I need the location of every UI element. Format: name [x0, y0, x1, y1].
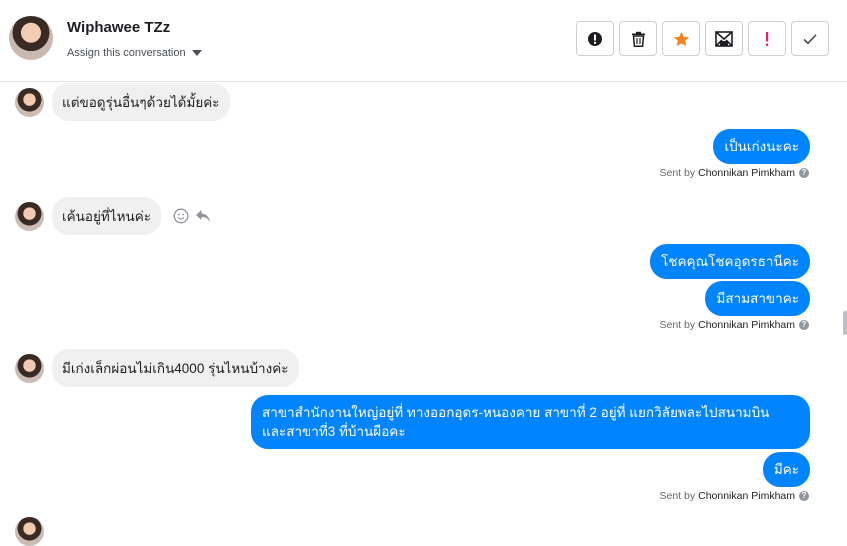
- message-row-incoming: [15, 517, 52, 546]
- sent-by-prefix: Sent by: [659, 167, 696, 179]
- mark-done-button[interactable]: [791, 21, 829, 56]
- mark-unread-button[interactable]: [705, 21, 743, 56]
- outgoing-message-bubble[interactable]: มีคะ: [762, 452, 810, 487]
- avatar[interactable]: [15, 87, 44, 117]
- help-icon[interactable]: ?: [799, 168, 809, 178]
- reply-icon[interactable]: [195, 209, 211, 224]
- star-button[interactable]: [662, 21, 700, 56]
- sent-by-label: Sent by Chonnikan Pimkham?: [659, 490, 809, 502]
- message-hover-tools: [173, 208, 211, 224]
- header-actions: [576, 21, 829, 56]
- assign-label: Assign this conversation: [67, 47, 186, 59]
- outgoing-message-bubble[interactable]: สาขาสำนักงานใหญ่อยู่ที่ ทางออกอุดร-หนองค…: [251, 395, 810, 449]
- scrollbar-thumb[interactable]: [843, 311, 847, 335]
- message-row-incoming: แต่ขอดูรุ่นอื่นๆด้วยได้มั้ยค่ะ: [15, 83, 230, 121]
- delete-button[interactable]: [619, 21, 657, 56]
- avatar[interactable]: [9, 16, 53, 60]
- help-icon[interactable]: ?: [799, 491, 809, 501]
- incoming-message-bubble[interactable]: แต่ขอดูรุ่นอื่นๆด้วยได้มั้ยค่ะ: [52, 83, 230, 121]
- message-list: แต่ขอดูรุ่นอื่นๆด้วยได้มั้ยค่ะ เป็นเก่งน…: [0, 83, 842, 546]
- sent-by-label: Sent by Chonnikan Pimkham?: [659, 167, 809, 179]
- message-line: และสาขาที่3 ที่บ้านผือคะ: [262, 424, 406, 439]
- avatar[interactable]: [15, 353, 44, 383]
- follow-up-button[interactable]: [748, 21, 786, 56]
- mail-icon: [715, 30, 733, 47]
- assign-conversation-dropdown[interactable]: Assign this conversation: [67, 47, 202, 59]
- conversation-header: Wiphawee TZz Assign this conversation: [0, 0, 847, 82]
- trash-icon: [631, 31, 645, 47]
- message-row-incoming: เค้นอยู่ที่ไหนค่ะ: [15, 197, 211, 235]
- sent-by-prefix: Sent by: [659, 490, 696, 502]
- contact-name[interactable]: Wiphawee TZz: [67, 19, 170, 36]
- alert-circle-icon: [588, 31, 602, 46]
- outgoing-message-bubble[interactable]: มีสามสาขาคะ: [705, 281, 810, 316]
- star-icon: [673, 31, 689, 46]
- avatar[interactable]: [15, 517, 44, 546]
- avatar[interactable]: [15, 201, 44, 231]
- scrollbar[interactable]: [842, 83, 847, 524]
- message-line: สาขาสำนักงานใหญ่อยู่ที่ ทางออกอุดร-หนองค…: [262, 405, 770, 420]
- check-icon: [803, 33, 817, 44]
- outgoing-message-bubble[interactable]: เป็นเก่งนะคะ: [713, 129, 810, 164]
- incoming-message-bubble[interactable]: เค้นอยู่ที่ไหนค่ะ: [52, 197, 161, 235]
- sent-by-prefix: Sent by: [659, 319, 696, 331]
- help-icon[interactable]: ?: [799, 320, 809, 330]
- exclamation-icon: [766, 31, 769, 46]
- mark-spam-button[interactable]: [576, 21, 614, 56]
- outgoing-message-bubble[interactable]: โชคคุณโชคอุดรธานีคะ: [650, 244, 810, 279]
- chevron-down-icon: [191, 50, 202, 57]
- sent-by-label: Sent by Chonnikan Pimkham?: [659, 319, 809, 331]
- agent-name[interactable]: Chonnikan Pimkham: [698, 319, 795, 331]
- emoji-reaction-icon[interactable]: [173, 208, 189, 224]
- agent-name[interactable]: Chonnikan Pimkham: [698, 167, 795, 179]
- agent-name[interactable]: Chonnikan Pimkham: [698, 490, 795, 502]
- message-row-incoming: มีเก่งเล็กผ่อนไม่เกิน4000 รุ่นไหนบ้างค่ะ: [15, 349, 299, 387]
- incoming-message-bubble[interactable]: มีเก่งเล็กผ่อนไม่เกิน4000 รุ่นไหนบ้างค่ะ: [52, 349, 299, 387]
